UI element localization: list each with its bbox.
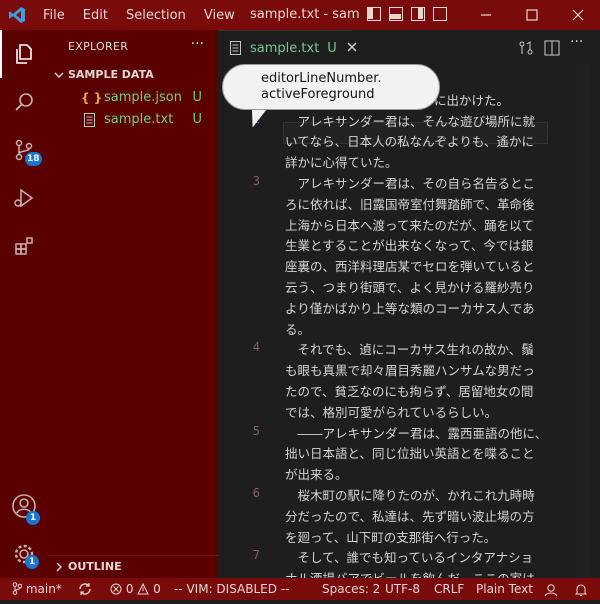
maximize-icon[interactable] (510, 0, 554, 30)
line-number: 5 (252, 423, 260, 438)
scm-badge: 18 (25, 152, 42, 166)
editor-text-line: より僅かばかり上等な類のコーカサス人であ (285, 300, 535, 316)
error-icon (110, 583, 122, 595)
tab-sample-txt[interactable]: sample.txt U (218, 30, 357, 66)
editor-text-line: 座裏の、西洋料理店某でセロを弾いていると (285, 259, 535, 275)
outline-section-header[interactable]: OUTLINE (48, 555, 218, 577)
accounts-icon[interactable]: 1 (0, 482, 48, 530)
vim-mode-status[interactable]: -- VIM: DISABLED -- (174, 578, 289, 600)
eol-status[interactable]: CRLF (434, 578, 464, 600)
editor-text-line: る。 (285, 321, 311, 337)
line-number: 6 (252, 486, 260, 500)
feedback-icon[interactable] (544, 582, 558, 604)
editor-text-line: アレキサンダー君は、そんな遊び場所に就 (285, 113, 536, 129)
file-name: sample.json (104, 90, 182, 105)
text-file-icon (84, 113, 95, 135)
folder-section-header[interactable]: SAMPLE DATA (48, 64, 218, 86)
status-bar: main* 0 0 -- VIM: DISABLED -- Spaces: 2 … (0, 578, 600, 600)
sidebar-more-button[interactable]: ··· (191, 36, 204, 52)
compare-changes-icon[interactable] (518, 40, 534, 60)
line-number: 3 (252, 174, 260, 188)
problems-status[interactable]: 0 0 (110, 578, 161, 600)
editor-text-line: が出来る。 (285, 467, 348, 483)
branch-status[interactable]: main* (12, 578, 62, 600)
file-status: U (192, 112, 202, 127)
customize-layout-icon[interactable] (433, 7, 447, 21)
file-name: sample.txt (104, 112, 174, 127)
explorer-icon[interactable] (0, 30, 48, 78)
file-item-sample-json[interactable]: { } sample.json U (48, 87, 218, 109)
settings-badge: 1 (25, 555, 39, 569)
editor-text-line: アレキサンダー君は、その自ら名告るとこ (285, 176, 536, 191)
sync-icon[interactable] (78, 578, 92, 600)
source-control-icon[interactable]: 18 (0, 126, 48, 174)
editor-text-line: 分だったので、私達は、先ず暗い波止場の方 (285, 508, 535, 524)
toggle-panel-icon[interactable] (389, 7, 403, 21)
editor-text-line: そして、誰でも知っているインタアナショ (285, 550, 534, 566)
accounts-badge: 1 (26, 511, 40, 525)
editor-text-line: それでも、遉にコーカサス生れの故か、鬚 (285, 342, 534, 358)
explorer-sidebar: EXPLORER ··· SAMPLE DATA { } sample.json… (48, 30, 218, 578)
editor-text-line: 云う、つまり街頭で、よく見かける羅紗売り (285, 280, 535, 295)
window-title: sample.txt - sampl... (250, 7, 360, 22)
folder-name: SAMPLE DATA (68, 68, 154, 81)
warning-count: 0 (153, 582, 161, 596)
close-icon[interactable] (556, 0, 600, 30)
editor-text-line: 拙い日本語と、同じ位拙い英語とを喋ること (285, 446, 535, 462)
callout-line-1: editorLineNumber. (261, 71, 382, 86)
menu-view[interactable]: View (195, 8, 244, 23)
encoding-status[interactable]: UTF-8 (385, 578, 420, 600)
branch-name: main* (25, 582, 62, 596)
editor-text-line: も眼も真黒で却々眉目秀麗ハンサムな男だっ (285, 363, 535, 379)
editor-tab-bar: sample.txt U ··· (218, 30, 600, 66)
editor-scrollbar[interactable] (576, 65, 590, 578)
editor-text-line: ろに依れば、旧露国帝室付舞踏師で、革命後 (285, 196, 535, 212)
editor-text-line: 桜木町の駅に降りたのが、かれこれ九時時 (285, 488, 535, 503)
settings-gear-icon[interactable]: 1 (0, 530, 48, 578)
extensions-icon[interactable] (0, 222, 48, 270)
line-number: 4 (252, 340, 260, 355)
outline-label: OUTLINE (68, 560, 122, 573)
file-item-sample-txt[interactable]: sample.txt U (48, 109, 218, 131)
menu-selection[interactable]: Selection (117, 8, 195, 23)
menu-edit[interactable]: Edit (74, 8, 117, 23)
error-count: 0 (125, 582, 134, 596)
split-editor-icon[interactable] (544, 40, 560, 60)
activity-bar: 18 1 1 (0, 30, 48, 578)
language-mode-status[interactable]: Plain Text (476, 578, 533, 600)
editor-text-line: ナル酒場バアでビールを飲んだ。ここの家は (285, 568, 545, 578)
notifications-bell-icon[interactable] (574, 582, 588, 604)
toggle-secondary-sidebar-icon[interactable] (411, 7, 425, 21)
text-editor[interactable]: アレキサンダー君に案内されて、始めて横浜へ遊びに出かけた。2 アレキサンダー君は… (218, 65, 600, 578)
editor-text-line: いてなら、日本人の私なんぞよりも、遙かに (285, 134, 535, 150)
editor-text-line: 詳かに心得ていた。 (285, 155, 398, 171)
editor-text-line: では、格別可愛がられているらしい。 (285, 404, 498, 420)
editor-text-line: を廻って、山下町の支那街へ行った。 (285, 529, 497, 545)
branch-icon (12, 582, 23, 595)
search-icon[interactable] (0, 78, 48, 126)
file-status: U (192, 90, 202, 105)
line-number: 7 (252, 548, 260, 563)
json-braces-icon: { } (81, 91, 103, 105)
indentation-status[interactable]: Spaces: 2 (322, 578, 380, 600)
callout-line-2: activeForeground (261, 87, 375, 102)
menu-file[interactable]: File (34, 8, 74, 23)
title-bar: File Edit Selection View ··· sample.txt … (0, 0, 600, 30)
tab-status: U (327, 41, 337, 56)
vscode-logo-icon (0, 0, 34, 30)
close-tab-icon[interactable] (347, 41, 357, 56)
editor-text-line: ――アレキサンダー君は、露西亜語の他に、 (285, 425, 548, 441)
minimize-icon[interactable] (464, 0, 508, 30)
text-file-icon (230, 40, 241, 59)
warning-icon (137, 582, 150, 595)
annotation-callout: editorLineNumber. activeForeground (222, 64, 440, 110)
tab-label: sample.txt (250, 41, 320, 56)
editor-text-line: たので、貧乏なのにも拘らず、居留地女の間 (285, 384, 534, 399)
sidebar-title: EXPLORER (68, 40, 129, 53)
more-actions-icon[interactable]: ··· (570, 34, 583, 50)
editor-text-line: 上海から日本へ渡って来たのだが、踊を以て (285, 217, 535, 233)
editor-text-line: 生業とすることが出来なくなって、今では銀 (285, 238, 534, 254)
toggle-sidebar-icon[interactable] (367, 7, 381, 21)
run-debug-icon[interactable] (0, 174, 48, 222)
